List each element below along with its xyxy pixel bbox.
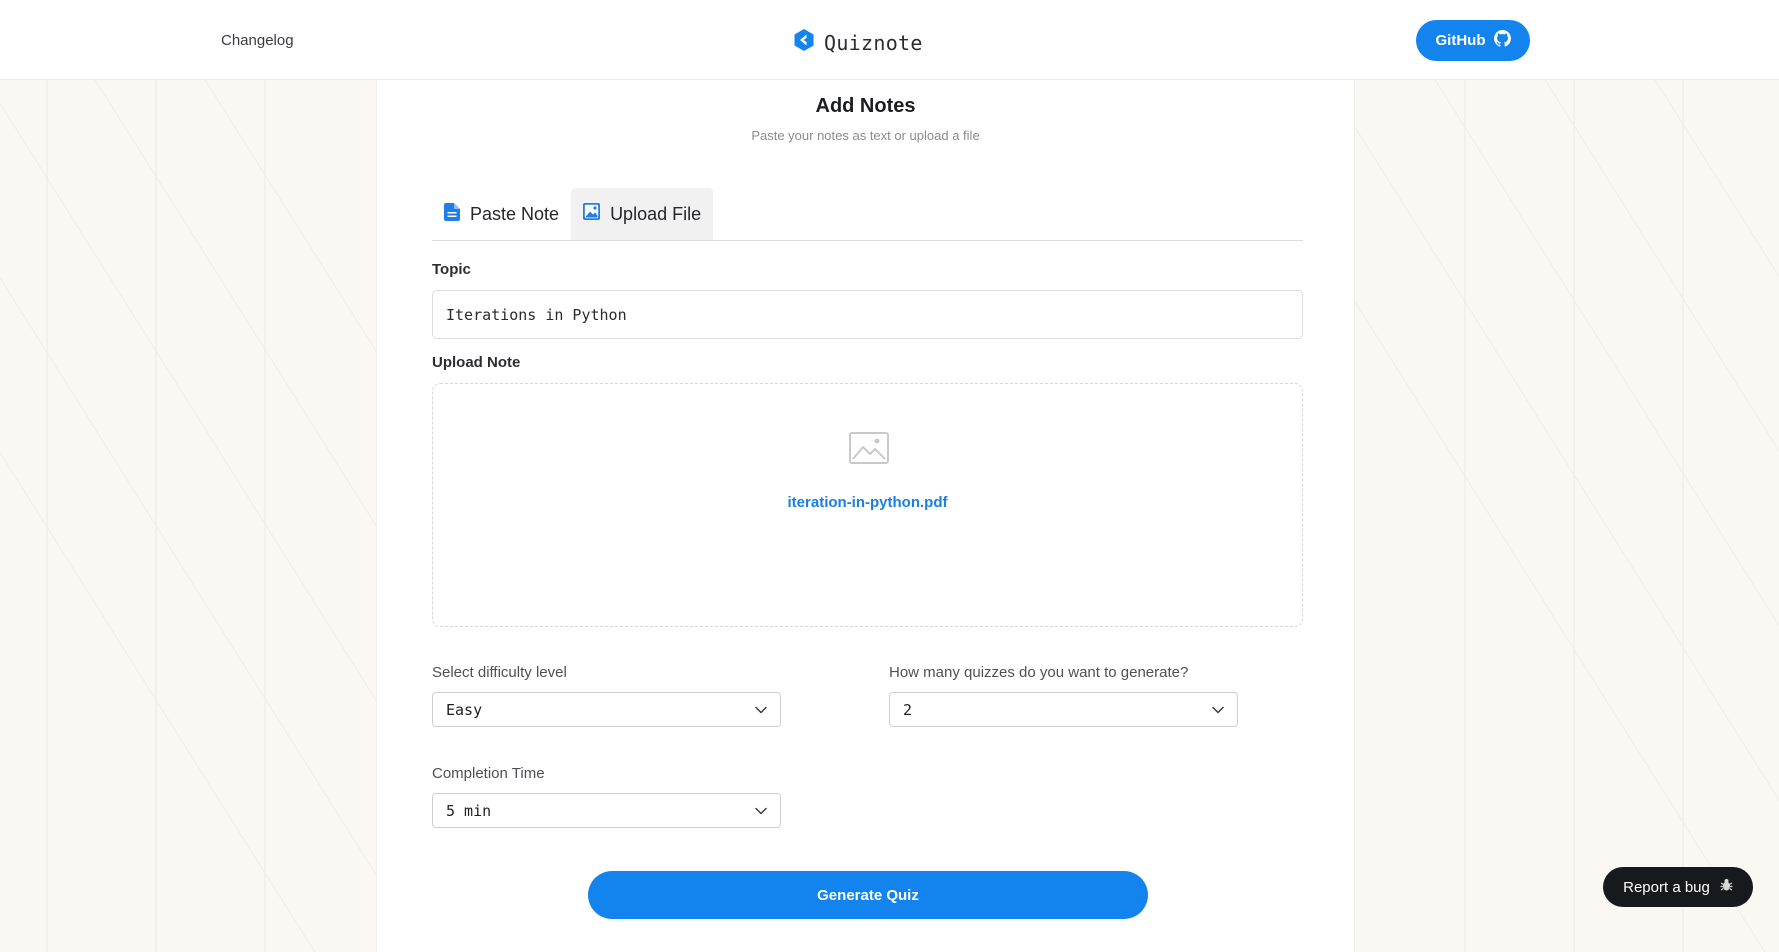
brand-name: Quiznote xyxy=(824,30,923,55)
top-nav: Changelog Quiznote GitHub xyxy=(0,0,1779,80)
chevron-down-icon xyxy=(755,802,767,820)
document-icon xyxy=(444,202,460,226)
tab-paste-note[interactable]: Paste Note xyxy=(432,188,571,240)
github-button[interactable]: GitHub xyxy=(1416,20,1530,61)
github-label: GitHub xyxy=(1435,32,1486,49)
completion-time-value: 5 min xyxy=(446,801,492,820)
difficulty-value: Easy xyxy=(446,700,483,719)
quiz-count-value: 2 xyxy=(903,700,913,719)
report-bug-label: Report a bug xyxy=(1623,878,1710,896)
bug-icon xyxy=(1720,878,1733,896)
tab-paste-note-label: Paste Note xyxy=(470,203,560,224)
quiz-count-label: How many quizzes do you want to generate… xyxy=(889,664,1189,681)
file-dropzone[interactable]: iteration-in-python.pdf xyxy=(432,383,1303,627)
uploaded-file-name[interactable]: iteration-in-python.pdf xyxy=(433,494,1302,511)
topic-input[interactable] xyxy=(432,290,1303,339)
image-icon xyxy=(583,203,601,225)
tab-upload-file[interactable]: Upload File xyxy=(571,188,714,240)
page-subtitle: Paste your notes as text or upload a fil… xyxy=(751,128,980,143)
quiz-count-select[interactable]: 2 xyxy=(889,692,1238,727)
image-placeholder-icon xyxy=(849,432,889,469)
tab-upload-file-label: Upload File xyxy=(610,203,702,224)
add-notes-panel: Add Notes Paste your notes as text or up… xyxy=(376,80,1355,952)
difficulty-label: Select difficulty level xyxy=(432,664,567,681)
completion-time-label: Completion Time xyxy=(432,765,545,782)
changelog-link[interactable]: Changelog xyxy=(221,32,294,49)
brand[interactable]: Quiznote xyxy=(792,28,923,57)
report-bug-button[interactable]: Report a bug xyxy=(1603,867,1753,907)
completion-time-select[interactable]: 5 min xyxy=(432,793,781,828)
topic-label: Topic xyxy=(432,261,471,278)
generate-quiz-button[interactable]: Generate Quiz xyxy=(588,871,1148,919)
chevron-down-icon xyxy=(1212,701,1224,719)
chevron-down-icon xyxy=(755,701,767,719)
quiznote-logo-icon xyxy=(792,28,816,57)
difficulty-select[interactable]: Easy xyxy=(432,692,781,727)
page-title: Add Notes xyxy=(815,95,916,117)
github-icon xyxy=(1493,30,1511,51)
upload-note-label: Upload Note xyxy=(432,354,521,371)
note-input-tabs: Paste Note Upload File xyxy=(432,188,1303,241)
